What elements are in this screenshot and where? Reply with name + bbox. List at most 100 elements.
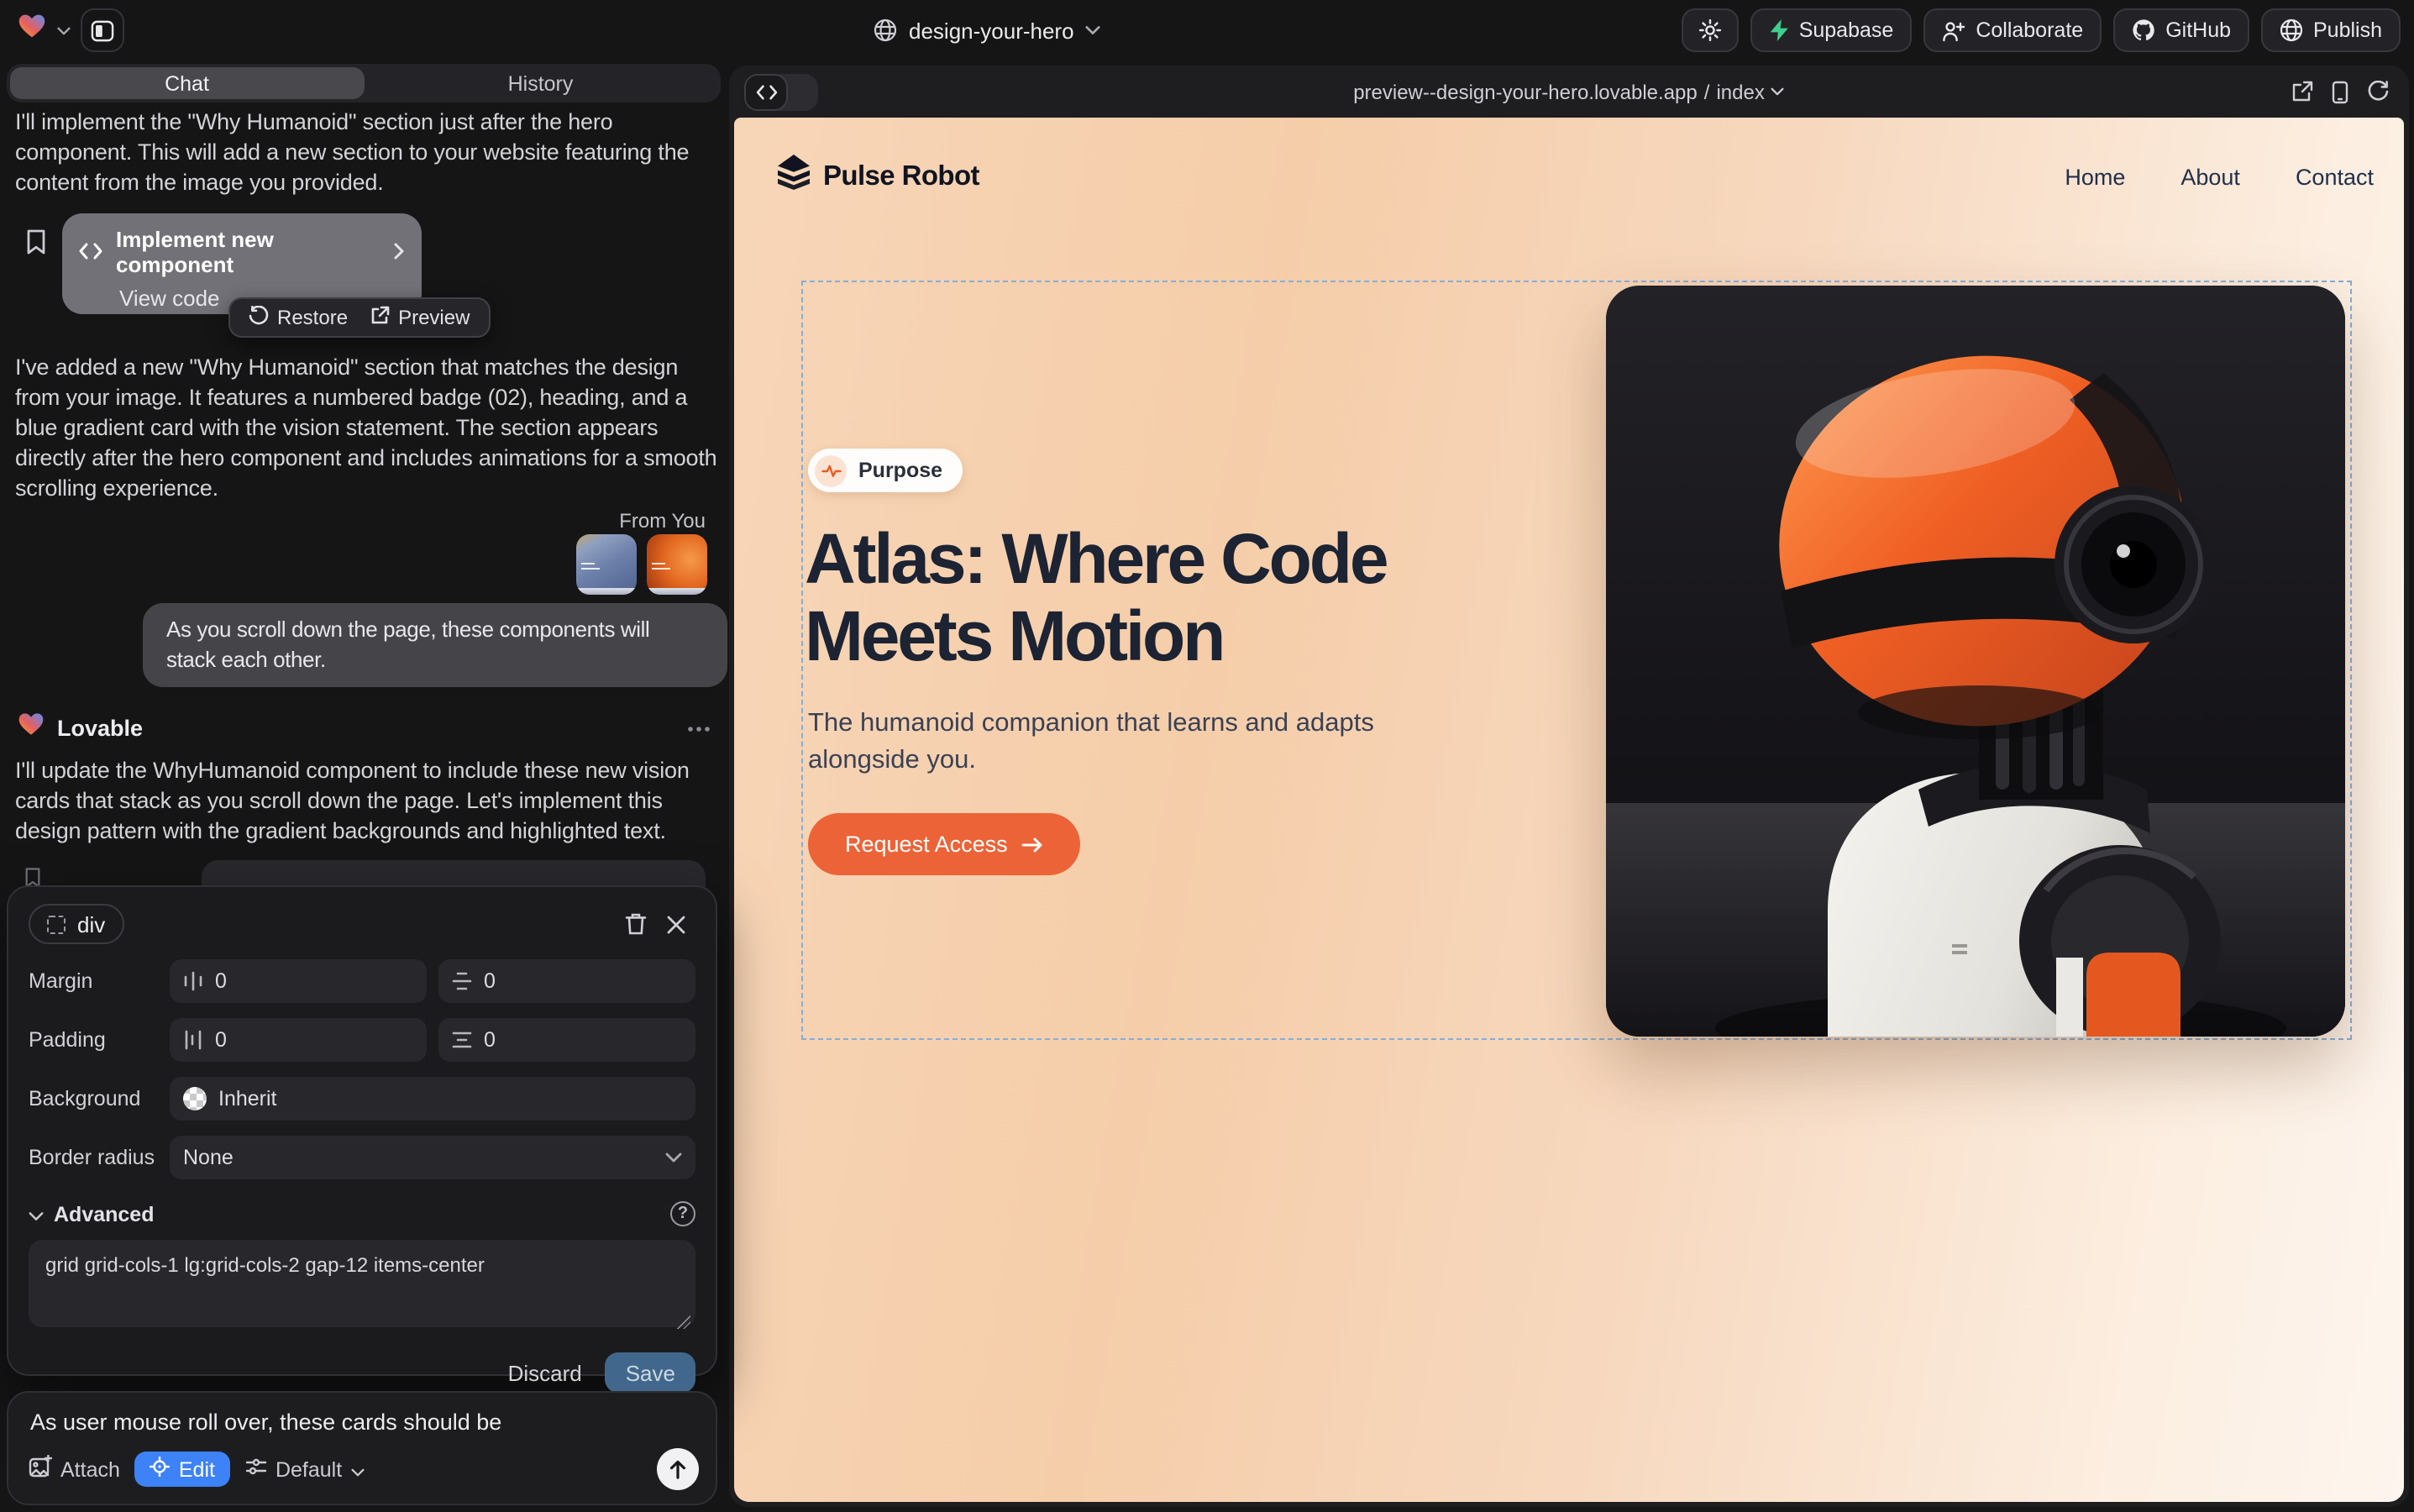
assistant-message-3: I'll update the WhyHumanoid component to… <box>15 756 721 847</box>
mobile-view-button[interactable] <box>2332 80 2348 103</box>
close-panel-button[interactable] <box>655 904 695 944</box>
preview-url-page: index <box>1716 80 1764 103</box>
globe-icon <box>874 18 897 42</box>
save-button[interactable]: Save <box>606 1352 695 1393</box>
mode-label: Default <box>276 1457 342 1481</box>
hero-heading: Atlas: Where Code Meets Motion <box>805 521 1386 675</box>
assistant-header: Lovable <box>17 711 711 746</box>
chevron-down-icon <box>350 1457 364 1481</box>
preview-url-separator: / <box>1704 80 1710 103</box>
hero-heading-line-1: Atlas: Where Code <box>805 521 1386 598</box>
attach-label: Attach <box>60 1457 120 1481</box>
supabase-label: Supabase <box>1799 18 1894 42</box>
project-name: design-your-hero <box>909 18 1074 43</box>
tab-history[interactable]: History <box>364 67 717 99</box>
chevron-down-icon <box>1086 25 1101 35</box>
more-options-icon[interactable] <box>687 725 711 732</box>
transparent-swatch-icon <box>183 1087 207 1110</box>
publish-button[interactable]: Publish <box>2261 8 2401 52</box>
restore-icon <box>249 305 269 330</box>
site-nav: Home About Contact <box>2065 164 2374 189</box>
advanced-classes-textarea[interactable]: grid grid-cols-1 lg:grid-cols-2 gap-12 i… <box>29 1240 695 1327</box>
nav-about[interactable]: About <box>2180 164 2240 189</box>
collaborate-button[interactable]: Collaborate <box>1923 8 2102 52</box>
padding-x-input[interactable]: 0 <box>170 1018 427 1062</box>
github-label: GitHub <box>2165 18 2231 42</box>
request-access-label: Request Access <box>845 832 1008 857</box>
margin-label: Margin <box>29 969 170 993</box>
arrow-right-icon <box>1021 836 1043 853</box>
code-icon <box>79 239 102 265</box>
toggle-sidebar-button[interactable] <box>81 8 124 52</box>
margin-x-input[interactable]: 0 <box>170 959 427 1003</box>
site-brand-name: Pulse Robot <box>823 160 979 192</box>
chevron-down-icon[interactable] <box>57 26 71 34</box>
margin-y-icon <box>452 971 472 991</box>
supabase-button[interactable]: Supabase <box>1750 8 1913 52</box>
open-in-new-tab-button[interactable] <box>2291 81 2313 102</box>
refresh-button[interactable] <box>2367 81 2389 102</box>
send-button[interactable] <box>657 1448 699 1490</box>
restore-button[interactable]: Restore <box>249 305 348 330</box>
composer-input[interactable]: As user mouse roll over, these cards sho… <box>30 1410 694 1435</box>
edit-mode-button[interactable]: Edit <box>135 1452 230 1487</box>
message-hover-actions: Restore Preview <box>228 297 490 338</box>
chevron-down-icon <box>665 1152 682 1163</box>
margin-x-icon <box>183 971 203 991</box>
github-button[interactable]: GitHub <box>2113 8 2249 52</box>
padding-y-value: 0 <box>484 1028 496 1052</box>
user-message-bubble: As you scroll down the page, these compo… <box>143 603 727 687</box>
attachment-thumbnail-orange[interactable] <box>647 534 707 595</box>
preview-button[interactable]: Preview <box>370 305 470 330</box>
padding-x-icon <box>183 1030 203 1050</box>
assistant-message-2: I've added a new "Why Humanoid" section … <box>15 353 721 504</box>
settings-button[interactable] <box>1682 8 1739 52</box>
advanced-toggle[interactable]: Advanced <box>54 1202 155 1226</box>
preview-url[interactable]: preview--design-your-hero.lovable.app / … <box>729 66 2409 118</box>
border-radius-select[interactable]: None <box>170 1136 695 1179</box>
nav-home[interactable]: Home <box>2065 164 2125 189</box>
sliders-icon <box>245 1457 267 1482</box>
background-input[interactable]: Inherit <box>170 1077 695 1121</box>
collaborate-label: Collaborate <box>1976 18 2083 42</box>
attachment-thumbnail-blue[interactable] <box>576 534 637 595</box>
selected-element-pill[interactable]: div <box>29 904 123 944</box>
hero-robot-image <box>1606 286 2345 1037</box>
attach-button[interactable]: Attach <box>29 1455 120 1483</box>
bookmark-icon[interactable] <box>25 228 47 264</box>
collaborate-icon <box>1942 19 1965 41</box>
chat-composer: As user mouse roll over, these cards sho… <box>7 1391 717 1505</box>
project-switcher[interactable]: design-your-hero <box>874 0 1101 60</box>
github-icon <box>2132 18 2155 42</box>
app-topbar: design-your-hero Supabase Co <box>0 0 2414 60</box>
restore-label: Restore <box>277 306 348 329</box>
margin-y-input[interactable]: 0 <box>438 959 695 1003</box>
background-value: Inherit <box>218 1087 277 1110</box>
padding-x-value: 0 <box>215 1028 227 1052</box>
help-icon[interactable]: ? <box>670 1201 695 1226</box>
chat-history-tabs: Chat History <box>7 64 721 102</box>
site-brand[interactable]: Pulse Robot <box>778 155 979 198</box>
app-root: Chat History I'll implement the "Why Hum… <box>0 0 2414 1512</box>
pulse-robot-logo-icon <box>778 155 810 198</box>
external-link-icon <box>370 305 390 330</box>
element-tag: div <box>77 911 105 937</box>
tab-chat[interactable]: Chat <box>10 67 364 99</box>
lovable-logo-icon[interactable] <box>17 12 47 49</box>
mode-select[interactable]: Default <box>245 1457 364 1482</box>
request-access-button[interactable]: Request Access <box>808 813 1080 875</box>
delete-element-button[interactable] <box>615 904 655 944</box>
dashed-square-icon <box>47 915 66 933</box>
border-radius-label: Border radius <box>29 1146 170 1169</box>
assistant-message-1: I'll implement the "Why Humanoid" sectio… <box>15 108 721 198</box>
nav-contact[interactable]: Contact <box>2296 164 2374 189</box>
preview-url-host: preview--design-your-hero.lovable.app <box>1353 80 1698 103</box>
chevron-down-icon <box>29 1202 44 1226</box>
site-header: Pulse Robot Home About Contact <box>778 155 2374 198</box>
padding-label: Padding <box>29 1028 170 1052</box>
chevron-down-icon <box>1771 87 1785 96</box>
hero-subtitle: The humanoid companion that learns and a… <box>808 706 1399 780</box>
padding-y-input[interactable]: 0 <box>438 1018 695 1062</box>
discard-button[interactable]: Discard <box>508 1360 582 1385</box>
pulse-icon <box>815 454 847 486</box>
